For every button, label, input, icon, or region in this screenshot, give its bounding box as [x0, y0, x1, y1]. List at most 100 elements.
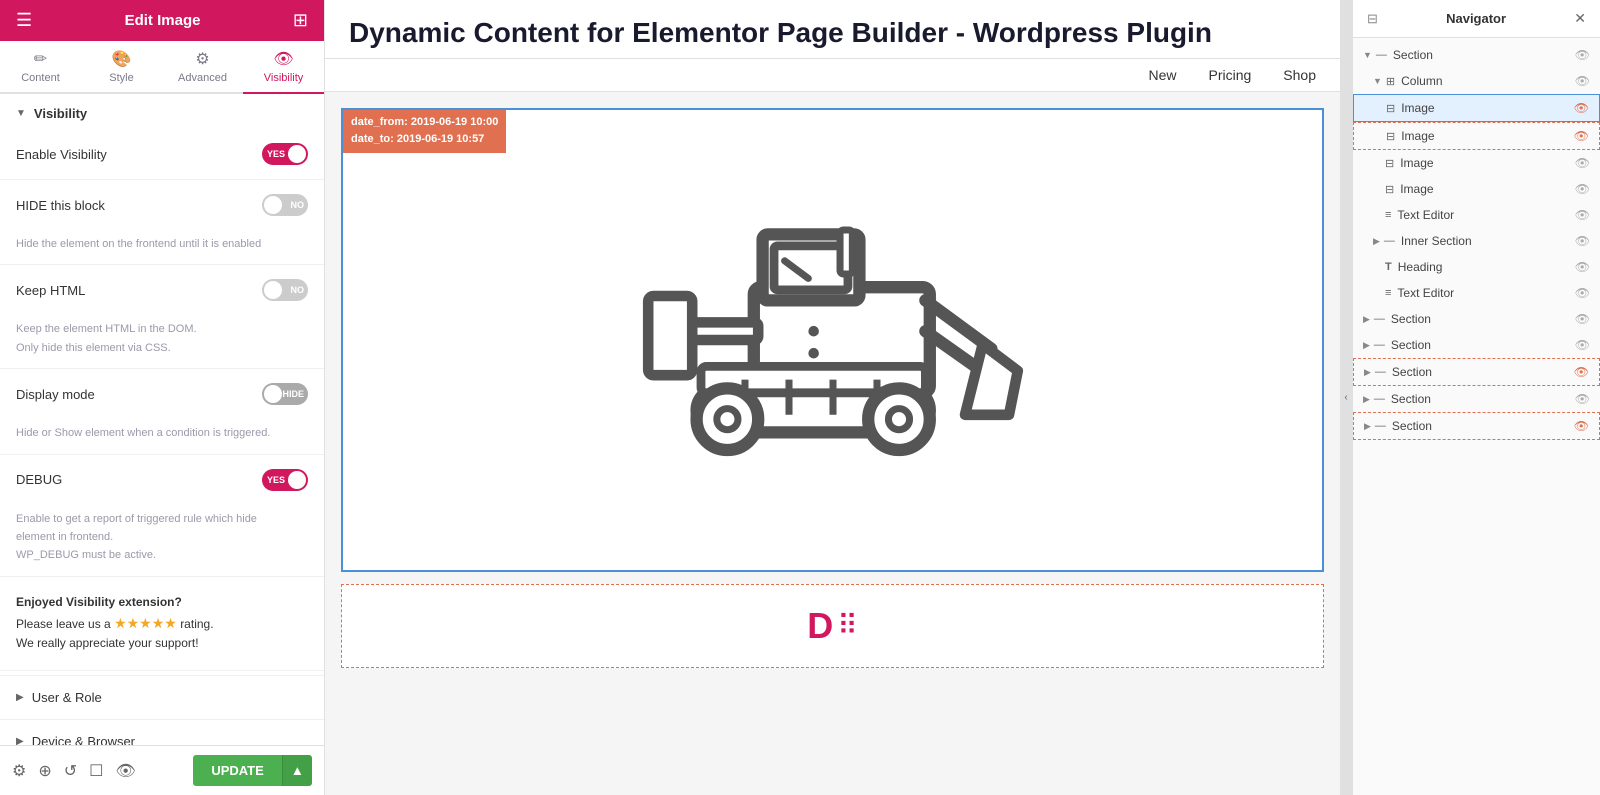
accordion-device-browser-header[interactable]: ▶ Device & Browser — [0, 720, 324, 746]
responsive-icon[interactable]: ☐ — [89, 761, 103, 781]
nav-text-editor-2-eye-icon[interactable]: 👁 — [1575, 286, 1590, 300]
keep-toggle-text: NO — [291, 285, 305, 295]
navigator-header-actions: ✕ — [1574, 10, 1586, 27]
nav-image-3-eye-icon[interactable]: 👁 — [1575, 182, 1590, 196]
nav-section-1-eye-icon[interactable]: 👁 — [1575, 312, 1590, 326]
nav-section-2-label: Section — [1391, 338, 1575, 352]
keep-html-desc2: Only hide this element via CSS. — [16, 342, 171, 354]
tab-content[interactable]: ✏ Content — [0, 41, 81, 94]
nav-section-4-eye-icon[interactable]: 👁 — [1575, 392, 1590, 406]
nav-item-section-0[interactable]: ▼ — Section 👁 — [1353, 42, 1600, 68]
nav-section-2-eye-icon[interactable]: 👁 — [1575, 338, 1590, 352]
nav-item-section-4[interactable]: ▶ — Section 👁 — [1353, 386, 1600, 412]
nav-item-heading[interactable]: T Heading 👁 — [1353, 254, 1600, 280]
nav-image-2-label: Image — [1400, 156, 1575, 170]
hamburger-icon[interactable]: ☰ — [16, 10, 32, 31]
grid-icon[interactable]: ⊞ — [293, 10, 308, 31]
nav-item-column[interactable]: ▼ ⊞ Column 👁 — [1353, 68, 1600, 94]
nav-section-3-eye-icon[interactable]: 👁 — [1574, 365, 1589, 379]
navigator-close-icon[interactable]: ✕ — [1574, 10, 1586, 27]
visibility-section-header[interactable]: ▼ Visibility — [0, 94, 324, 133]
update-dropdown-button[interactable]: ▲ — [282, 755, 312, 786]
nav-item-section-1[interactable]: ▶ — Section 👁 — [1353, 306, 1600, 332]
nav-image-3-label: Image — [1400, 182, 1575, 196]
section-arrow-icon: ▼ — [16, 108, 26, 119]
debug-toggle[interactable]: YES — [262, 469, 308, 491]
visibility-icon: 👁 — [273, 49, 293, 69]
nav-pricing[interactable]: Pricing — [1209, 67, 1252, 83]
display-mode-label: Display mode — [16, 387, 95, 402]
nav-shop[interactable]: Shop — [1283, 67, 1316, 83]
visibility-section-title: Visibility — [34, 106, 87, 121]
logo-dots: ⠿ — [837, 609, 858, 642]
divider-1 — [0, 179, 324, 180]
nav-item-section-2[interactable]: ▶ — Section 👁 — [1353, 332, 1600, 358]
keep-toggle-knob — [264, 281, 282, 299]
footer-icons: ⚙ ⊕ ↺ ☐ 👁 — [12, 761, 136, 781]
nav-item-image-active[interactable]: ⊟ Image 👁 — [1353, 94, 1600, 122]
tab-advanced-label: Advanced — [178, 72, 227, 84]
update-button[interactable]: UPDATE — [193, 755, 281, 786]
debug-toggle-knob — [288, 471, 306, 489]
layers-icon[interactable]: ⊕ — [38, 761, 51, 781]
bottom-logo-strip: D ⠿ — [341, 584, 1324, 668]
nav-item-text-editor-2[interactable]: ≡ Text Editor 👁 — [1353, 280, 1600, 306]
tab-visibility[interactable]: 👁 Visibility — [243, 41, 324, 94]
preview-icon[interactable]: 👁 — [116, 761, 136, 781]
tab-advanced[interactable]: ⚙ Advanced — [162, 41, 243, 94]
canvas: date_from: 2019-06-19 10:00 date_to: 201… — [325, 92, 1340, 795]
main-image-element[interactable]: date_from: 2019-06-19 10:00 date_to: 201… — [341, 108, 1324, 572]
nav-item-image-2[interactable]: ⊟ Image 👁 — [1353, 150, 1600, 176]
history-icon[interactable]: ↺ — [64, 761, 77, 781]
nav-text-editor-1-eye-icon[interactable]: 👁 — [1575, 208, 1590, 222]
section-0-arrow-icon: ▼ — [1363, 50, 1372, 60]
nav-image-1-eye-icon[interactable]: 👁 — [1574, 129, 1589, 143]
date-from-value: 2019-06-19 10:00 — [411, 116, 498, 128]
nav-item-image-3[interactable]: ⊟ Image 👁 — [1353, 176, 1600, 202]
debug-toggle-text: YES — [267, 475, 285, 485]
debug-desc3: WP_DEBUG must be active. — [16, 549, 156, 561]
nav-new[interactable]: New — [1148, 67, 1176, 83]
nav-item-section-3[interactable]: ▶ — Section 👁 — [1353, 358, 1600, 386]
display-mode-row: Display mode HIDE — [0, 373, 324, 415]
promo-stars: ★★★★★ — [114, 615, 177, 631]
section-1-arrow-icon: ▶ — [1363, 314, 1370, 325]
enable-visibility-label: Enable Visibility — [16, 147, 107, 162]
nav-section-5-label: Section — [1392, 419, 1574, 433]
column-type-icon: ⊞ — [1386, 75, 1395, 88]
promo-line1: Please leave us a — [16, 617, 111, 631]
keep-html-toggle[interactable]: NO — [262, 279, 308, 301]
enable-visibility-toggle[interactable]: YES — [262, 143, 308, 165]
hide-block-label: HIDE this block — [16, 198, 105, 213]
logo-letter-d: D — [807, 605, 833, 647]
nav-inner-section-eye-icon[interactable]: 👁 — [1575, 234, 1590, 248]
nav-image-active-eye-icon[interactable]: 👁 — [1574, 101, 1589, 115]
nav-image-2-eye-icon[interactable]: 👁 — [1575, 156, 1590, 170]
left-header: ☰ Edit Image ⊞ — [0, 0, 324, 41]
text-editor-2-type-icon: ≡ — [1385, 287, 1391, 299]
debug-desc1: Enable to get a report of triggered rule… — [16, 513, 257, 525]
collapse-handle[interactable]: ‹ — [1340, 0, 1352, 795]
keep-html-row: Keep HTML NO — [0, 269, 324, 311]
nav-item-text-editor-1[interactable]: ≡ Text Editor 👁 — [1353, 202, 1600, 228]
display-mode-toggle[interactable]: HIDE — [262, 383, 308, 405]
settings-icon[interactable]: ⚙ — [12, 761, 26, 781]
nav-section-5-eye-icon[interactable]: 👁 — [1574, 419, 1589, 433]
accordion-user-role-header[interactable]: ▶ User & Role — [0, 676, 324, 719]
nav-column-label: Column — [1401, 74, 1575, 88]
nav-item-image-1[interactable]: ⊟ Image 👁 — [1353, 122, 1600, 150]
nav-heading-eye-icon[interactable]: 👁 — [1575, 260, 1590, 274]
nav-section-4-label: Section — [1391, 392, 1575, 406]
enable-toggle-text: YES — [267, 149, 285, 159]
nav-item-section-5[interactable]: ▶ — Section 👁 — [1353, 412, 1600, 440]
nav-column-eye-icon[interactable]: 👁 — [1575, 74, 1590, 88]
column-arrow-icon: ▼ — [1373, 76, 1382, 86]
main-nav: New Pricing Shop — [325, 59, 1340, 92]
hide-block-toggle[interactable]: NO — [262, 194, 308, 216]
tab-style[interactable]: 🎨 Style — [81, 41, 162, 94]
nav-section-0-eye-icon[interactable]: 👁 — [1575, 48, 1590, 62]
section-3-arrow-icon: ▶ — [1364, 367, 1371, 378]
nav-item-inner-section[interactable]: ▶ — Inner Section 👁 — [1353, 228, 1600, 254]
enable-visibility-row: Enable Visibility YES — [0, 133, 324, 175]
navigator-title: Navigator — [1446, 11, 1506, 26]
